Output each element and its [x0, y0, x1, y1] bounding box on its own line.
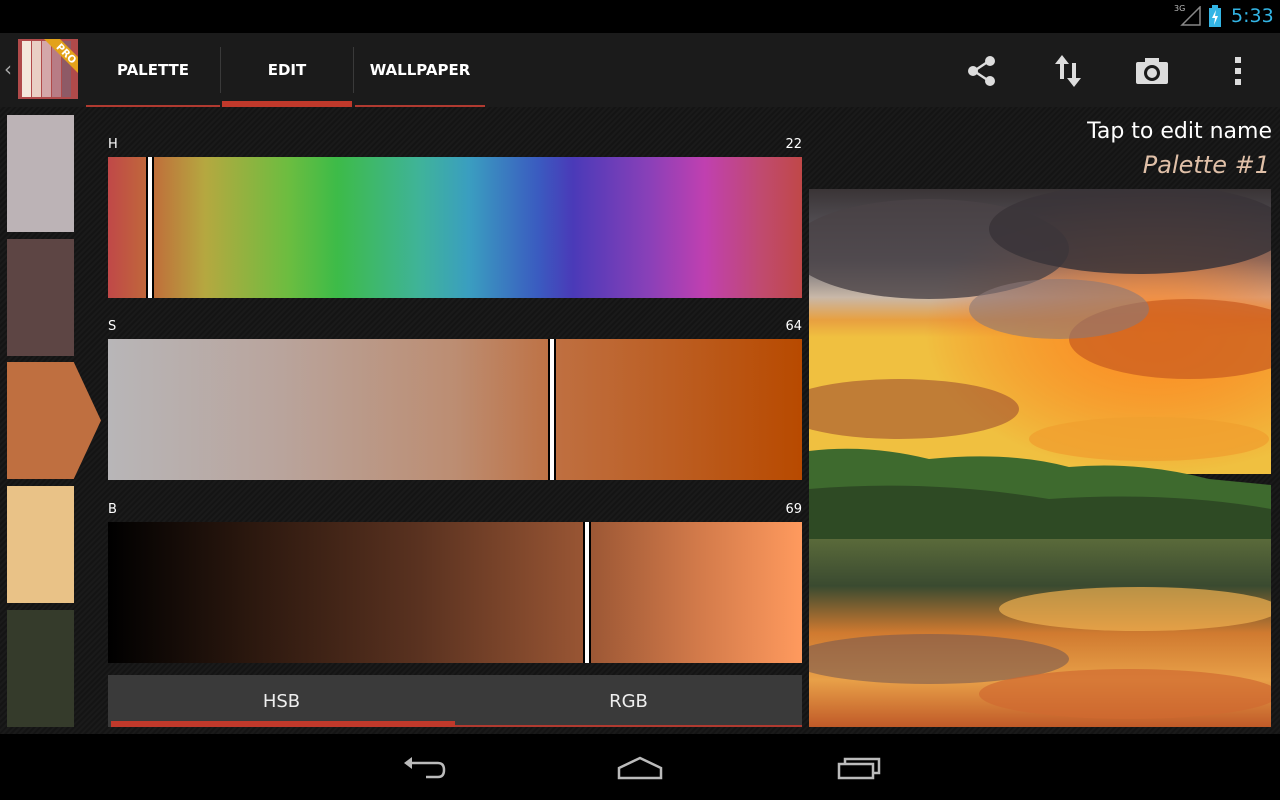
- tab-divider: [353, 47, 354, 93]
- brightness-thumb[interactable]: [583, 522, 591, 663]
- swatch-3-selected[interactable]: [7, 362, 101, 479]
- saturation-label: S: [108, 319, 117, 334]
- brightness-value: 69: [785, 502, 802, 517]
- clock: 5:33: [1231, 5, 1274, 27]
- saturation-thumb[interactable]: [548, 339, 556, 480]
- share-icon: [968, 56, 995, 86]
- signal-icon: [1180, 6, 1201, 26]
- navigation-bar: [0, 734, 1280, 800]
- source-photo[interactable]: [809, 189, 1271, 727]
- action-bar: ‹ PRO PALETTE EDIT WALLPAPER: [0, 33, 1280, 107]
- edit-name-hint[interactable]: Tap to edit name: [1087, 119, 1272, 144]
- battery-charging-icon: [1209, 5, 1221, 27]
- home-button[interactable]: [610, 750, 670, 786]
- app-logo-icon[interactable]: PRO: [18, 39, 78, 99]
- back-icon: [404, 757, 446, 779]
- brightness-label: B: [108, 502, 117, 517]
- swatch-4[interactable]: [7, 486, 74, 603]
- tab-hsb[interactable]: HSB: [108, 675, 455, 727]
- home-icon: [617, 756, 663, 780]
- tab-rgb[interactable]: RGB: [455, 675, 802, 727]
- tab-palette-label: PALETTE: [116, 61, 190, 79]
- tab-divider: [220, 47, 221, 93]
- camera-button[interactable]: [1132, 51, 1172, 91]
- recent-apps-icon: [837, 757, 881, 780]
- swatch-1[interactable]: [7, 115, 74, 232]
- palette-name[interactable]: Palette #1: [1143, 151, 1270, 179]
- hue-slider[interactable]: [108, 157, 802, 298]
- tab-wallpaper-label: WALLPAPER: [369, 61, 471, 79]
- overflow-menu-icon: [1235, 57, 1241, 85]
- overflow-menu-button[interactable]: [1218, 51, 1258, 91]
- swap-vertical-icon: [1055, 55, 1081, 87]
- swap-button[interactable]: [1048, 51, 1088, 91]
- editor-content: H 22 S 64 B 69 HSB RGB Tap to edit name …: [0, 107, 1280, 734]
- status-bar: 3G 5:33: [0, 0, 1280, 33]
- camera-icon: [1136, 58, 1168, 84]
- tab-wallpaper[interactable]: WALLPAPER: [355, 33, 485, 107]
- tab-palette[interactable]: PALETTE: [86, 33, 220, 107]
- share-button[interactable]: [962, 51, 1002, 91]
- brightness-slider[interactable]: [108, 522, 802, 663]
- back-button[interactable]: [394, 750, 454, 786]
- tab-edit[interactable]: EDIT: [222, 33, 352, 107]
- hue-value: 22: [785, 137, 802, 152]
- tab-hsb-indicator: [111, 721, 455, 727]
- saturation-value: 64: [785, 319, 802, 334]
- tab-hsb-label: HSB: [262, 690, 301, 712]
- tab-rgb-label: RGB: [609, 690, 648, 712]
- color-mode-tabs: HSB RGB: [108, 675, 802, 727]
- swatch-2[interactable]: [7, 239, 74, 356]
- hue-label: H: [108, 137, 118, 152]
- sunset-landscape-image: [809, 189, 1271, 727]
- recent-apps-button[interactable]: [828, 750, 888, 786]
- saturation-slider[interactable]: [108, 339, 802, 480]
- hue-thumb[interactable]: [146, 157, 154, 298]
- tab-edit-label: EDIT: [267, 61, 307, 79]
- tab-rgb-indicator: [455, 725, 802, 727]
- swatch-5[interactable]: [7, 610, 74, 727]
- up-caret-icon[interactable]: ‹: [4, 57, 12, 81]
